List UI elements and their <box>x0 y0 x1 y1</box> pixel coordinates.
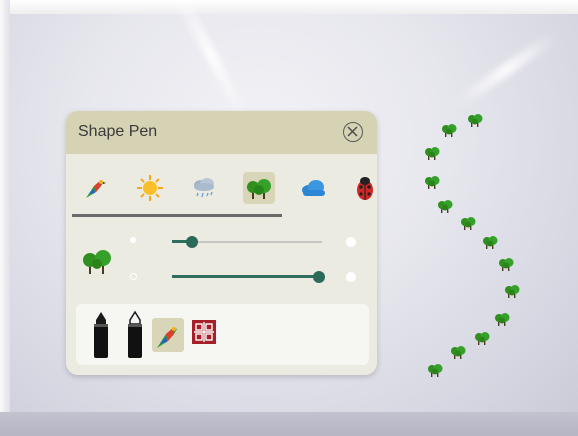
sun-icon <box>137 175 163 201</box>
close-icon <box>347 126 358 137</box>
opacity-slider-thumb[interactable] <box>313 271 325 283</box>
brush-ladybug[interactable] <box>349 172 377 204</box>
tree-stamp <box>498 256 514 272</box>
opacity-slider[interactable] <box>172 270 325 284</box>
pattern-tile-icon <box>192 320 216 344</box>
tree-stamp <box>437 198 453 214</box>
parrot-icon <box>86 180 106 198</box>
screen-bezel-bottom <box>0 412 578 436</box>
tree-stamp <box>494 311 510 327</box>
size-min-indicator <box>130 237 136 243</box>
brush-selector <box>66 164 377 214</box>
parrot-stamp-icon <box>157 327 177 348</box>
panel-header: Shape Pen <box>66 111 377 154</box>
size-max-indicator <box>346 237 356 247</box>
tree-stamp <box>441 122 457 138</box>
marker-tool[interactable] <box>86 310 116 360</box>
close-button[interactable] <box>343 122 363 142</box>
tree-icon <box>247 179 271 199</box>
light-glare <box>453 30 559 110</box>
shape-pen-panel: Shape Pen <box>66 111 377 375</box>
marker-outline-icon <box>128 310 142 358</box>
opacity-max-indicator <box>346 272 356 282</box>
tree-stamp <box>474 330 490 346</box>
tool-tray <box>76 304 369 365</box>
brush-sun[interactable] <box>134 172 166 204</box>
brush-cloud[interactable] <box>297 172 329 204</box>
screen-bezel-left <box>0 0 10 436</box>
brush-rain-cloud[interactable] <box>188 172 220 204</box>
brush-scroll-indicator <box>72 214 282 217</box>
light-glare <box>170 0 252 125</box>
brush-preview-icon <box>80 245 116 277</box>
screen-bezel-top <box>0 0 578 14</box>
tree-icon <box>83 250 111 274</box>
opacity-min-indicator <box>130 273 137 280</box>
rain-cloud-icon <box>194 178 214 198</box>
tree-stamp <box>427 362 443 378</box>
panel-title: Shape Pen <box>78 123 158 140</box>
drawing-canvas[interactable]: Shape Pen <box>0 0 578 436</box>
brush-bird[interactable] <box>80 172 112 204</box>
size-slider-thumb[interactable] <box>185 236 198 248</box>
tree-stamp <box>424 145 440 161</box>
opacity-slider-fill <box>172 275 319 278</box>
marker-outline-tool[interactable] <box>120 310 150 360</box>
brush-tree[interactable] <box>243 172 275 204</box>
size-slider[interactable] <box>172 235 322 249</box>
ladybug-icon <box>357 177 373 200</box>
pattern-tool[interactable] <box>190 318 220 348</box>
tree-stamp <box>424 174 440 190</box>
cloud-icon <box>302 180 325 196</box>
tree-stamp <box>450 344 466 360</box>
tree-stamp <box>482 234 498 250</box>
image-stamp-tool[interactable] <box>152 318 184 352</box>
tree-stamp <box>504 283 520 299</box>
tree-stamp <box>460 215 476 231</box>
tree-stamp <box>467 112 483 128</box>
marker-icon <box>94 312 108 358</box>
